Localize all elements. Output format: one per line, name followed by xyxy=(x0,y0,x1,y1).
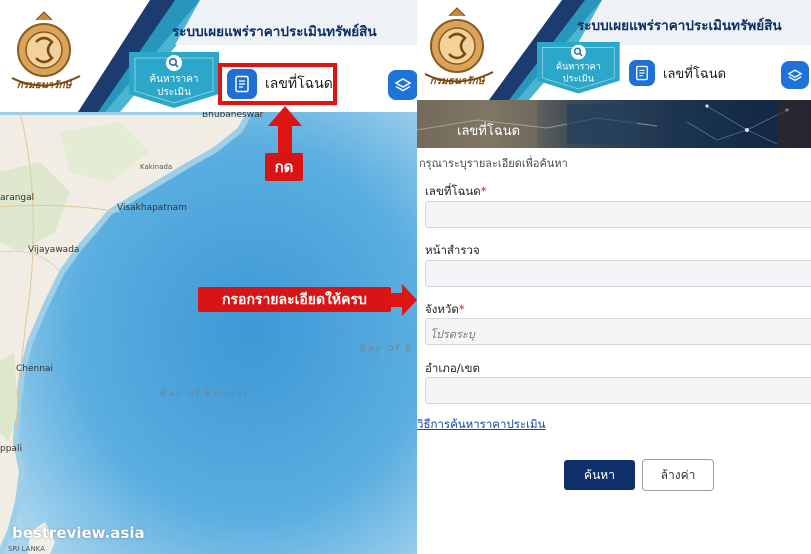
map-label-bay-of-bengal: Bay of Bengal xyxy=(160,389,249,399)
search-icon-right xyxy=(571,44,586,60)
site-header: กรมธนารักษ์ ระบบเผยแพร่ราคาประเมินทรัพย์… xyxy=(0,0,417,112)
search-button[interactable]: ค้นหา xyxy=(564,460,635,490)
map-view[interactable]: Bhubaneswar Kakinada arangal Visakhapatn… xyxy=(0,112,417,554)
press-callout: กด xyxy=(265,153,303,181)
district-label: อำเภอ/เขต xyxy=(425,361,480,375)
map-label-bhubaneswar: Bhubaneswar xyxy=(202,112,264,120)
search-price-label-2: ประเมิน xyxy=(157,87,191,98)
deed-no-input[interactable] xyxy=(425,201,811,228)
district-select[interactable] xyxy=(425,377,811,404)
map-label-kakinada: Kakinada xyxy=(140,163,173,171)
site-title-right: ระบบเผยแพร่ราคาประเมินทรัพย์สิน xyxy=(577,18,782,34)
map-label-vijayawada: Vijayawada xyxy=(28,245,80,255)
treasury-logo-right: กรมธนารักษ์ xyxy=(419,6,499,92)
deed-number-tab-right[interactable]: เลขที่โฉนด xyxy=(629,60,726,86)
map-label-bay-of-b: Bay of B xyxy=(360,344,414,354)
form-hint: กรุณาระบุรายละเอียดเพื่อค้นหา xyxy=(419,157,568,170)
search-price-label-1: ค้นหาราคา xyxy=(149,74,199,85)
deed-number-tab-label-right: เลขที่โฉนด xyxy=(663,66,727,82)
map-label-chennai: Chennai xyxy=(16,364,53,374)
map-panel: Bhubaneswar Kakinada arangal Visakhapatn… xyxy=(0,0,417,554)
logo-text-right: กรมธนารักษ์ xyxy=(430,75,488,87)
arrow-right-icon xyxy=(388,284,417,316)
howto-link[interactable]: วิธีการค้นหาราคาประเมิน xyxy=(417,416,545,434)
survey-page-input[interactable] xyxy=(425,260,811,287)
site-title: ระบบเผยแพร่ราคาประเมินทรัพย์สิน xyxy=(172,24,377,40)
map-label-sri-lanka: SRI LANKA xyxy=(8,545,45,553)
layers-button-right[interactable] xyxy=(781,61,809,89)
watermark: bestreview.asia xyxy=(12,524,145,542)
map-label-visakhapatnam: Visakhapatnam xyxy=(117,203,187,213)
arrow-up-icon xyxy=(268,106,302,154)
map-label-warangal: arangal xyxy=(0,193,35,203)
search-price-nav-right[interactable]: ค้นหาราคา ประเมิน xyxy=(537,42,620,97)
map-label-city: ppali xyxy=(0,444,22,454)
form-banner: เลขที่โฉนด xyxy=(417,100,811,148)
treasury-logo: กรมธนารักษ์ xyxy=(6,10,86,96)
highlight-box xyxy=(218,63,337,105)
province-select[interactable]: โปรดระบุ xyxy=(425,318,811,345)
layers-icon-right xyxy=(787,68,803,81)
form-banner-title: เลขที่โฉนด xyxy=(457,124,521,139)
deed-no-label: เลขที่โฉนด* xyxy=(425,184,487,198)
search-price-label-2-right: ประเมิน xyxy=(562,74,595,85)
fill-details-callout: กรอกรายละเอียดให้ครบ xyxy=(198,287,391,312)
search-price-label-1-right: ค้นหาราคา xyxy=(555,62,601,73)
map-basemap xyxy=(0,112,417,554)
deed-search-panel: กรมธนารักษ์ ระบบเผยแพร่ราคาประเมินทรัพย์… xyxy=(417,0,811,554)
layers-icon xyxy=(394,78,412,92)
logo-text: กรมธนารักษ์ xyxy=(17,79,75,91)
search-icon xyxy=(166,55,182,71)
layers-button[interactable] xyxy=(388,70,417,100)
document-icon-right xyxy=(629,60,655,86)
survey-page-label: หน้าสำรวจ xyxy=(425,243,480,257)
screenshot-root: Bhubaneswar Kakinada arangal Visakhapatn… xyxy=(0,0,811,554)
search-price-nav[interactable]: ค้นหาราคา ประเมิน xyxy=(129,52,219,112)
province-label: จังหวัด* xyxy=(425,302,465,316)
clear-button[interactable]: ล้างค่า xyxy=(642,459,714,491)
